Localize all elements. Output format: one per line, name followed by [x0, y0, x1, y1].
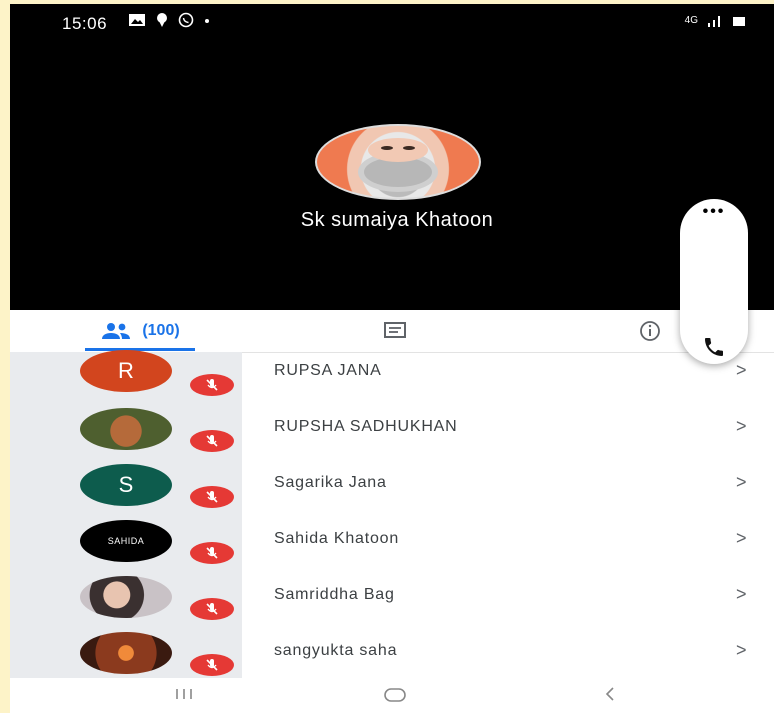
- participant-row[interactable]: RUPSHA SADHUKHAN >: [10, 408, 774, 464]
- call-video-area: 15:06 4G Sk sumaiya Khatoon: [10, 4, 774, 310]
- network-label: 4G: [684, 15, 698, 26]
- avatar: [80, 576, 172, 618]
- participant-name: sangyukta saha: [274, 642, 398, 659]
- participant-row[interactable]: R RUPSA JANA >: [10, 350, 774, 408]
- participant-name: RUPSHA SADHUKHAN: [274, 418, 458, 435]
- status-time: 15:06: [62, 14, 108, 33]
- participant-name: Samriddha Bag: [274, 586, 395, 603]
- caller-photo: [358, 138, 438, 192]
- mic-off-icon: [190, 430, 234, 452]
- whatsapp-icon: [178, 12, 194, 28]
- android-nav-bar: [10, 678, 774, 713]
- avatar: [80, 408, 172, 450]
- caller-avatar: [315, 124, 481, 200]
- call-tabs: (100): [10, 310, 774, 353]
- participant-name: Sagarika Jana: [274, 474, 387, 491]
- battery-icon: [733, 17, 745, 26]
- caller-name: Sk sumaiya Khatoon: [300, 209, 494, 231]
- info-icon: [640, 321, 660, 341]
- participant-row[interactable]: Samriddha Bag >: [10, 576, 774, 632]
- chevron-right-icon[interactable]: >: [736, 360, 747, 381]
- participant-name: RUPSA JANA: [274, 362, 382, 379]
- mic-off-icon: [190, 486, 234, 508]
- gallery-icon: [129, 14, 145, 26]
- back-icon[interactable]: [600, 684, 620, 704]
- avatar: SAHIDA: [80, 520, 172, 562]
- signal-icon: [708, 16, 720, 27]
- people-icon: [102, 323, 131, 339]
- chevron-right-icon[interactable]: >: [736, 416, 747, 437]
- mic-off-icon: [190, 374, 234, 396]
- location-icon: [157, 13, 167, 27]
- floating-call-control[interactable]: •••: [680, 199, 748, 364]
- dot-icon: [205, 19, 209, 23]
- tab-info[interactable]: [630, 310, 670, 352]
- status-icons: [128, 12, 210, 28]
- people-count: (100): [142, 322, 180, 339]
- status-right: 4G: [685, 14, 746, 28]
- tab-chat[interactable]: [365, 310, 425, 352]
- chevron-right-icon[interactable]: >: [736, 472, 747, 493]
- recent-apps-icon[interactable]: [170, 684, 198, 704]
- participant-row[interactable]: S Sagarika Jana >: [10, 464, 774, 520]
- chevron-right-icon[interactable]: >: [736, 640, 747, 661]
- avatar: [80, 632, 172, 674]
- participant-list[interactable]: R RUPSA JANA > RUPSHA SADHUKHAN > S Saga…: [10, 350, 774, 678]
- participant-name: Sahida Khatoon: [274, 530, 400, 547]
- tab-people[interactable]: (100): [75, 310, 205, 352]
- phone-screen: 15:06 4G Sk sumaiya Khatoon ••• (100) R …: [10, 4, 774, 713]
- chat-icon: [384, 322, 406, 338]
- mic-off-icon: [190, 542, 234, 564]
- home-icon[interactable]: [380, 684, 410, 704]
- avatar: S: [80, 464, 172, 506]
- more-options-button[interactable]: •••: [680, 203, 748, 221]
- participant-row[interactable]: SAHIDA Sahida Khatoon >: [10, 520, 774, 576]
- chevron-right-icon[interactable]: >: [736, 528, 747, 549]
- chevron-right-icon[interactable]: >: [736, 584, 747, 605]
- mic-off-icon: [190, 654, 234, 676]
- phone-icon[interactable]: [702, 335, 726, 359]
- avatar: R: [80, 350, 172, 392]
- mic-off-icon: [190, 598, 234, 620]
